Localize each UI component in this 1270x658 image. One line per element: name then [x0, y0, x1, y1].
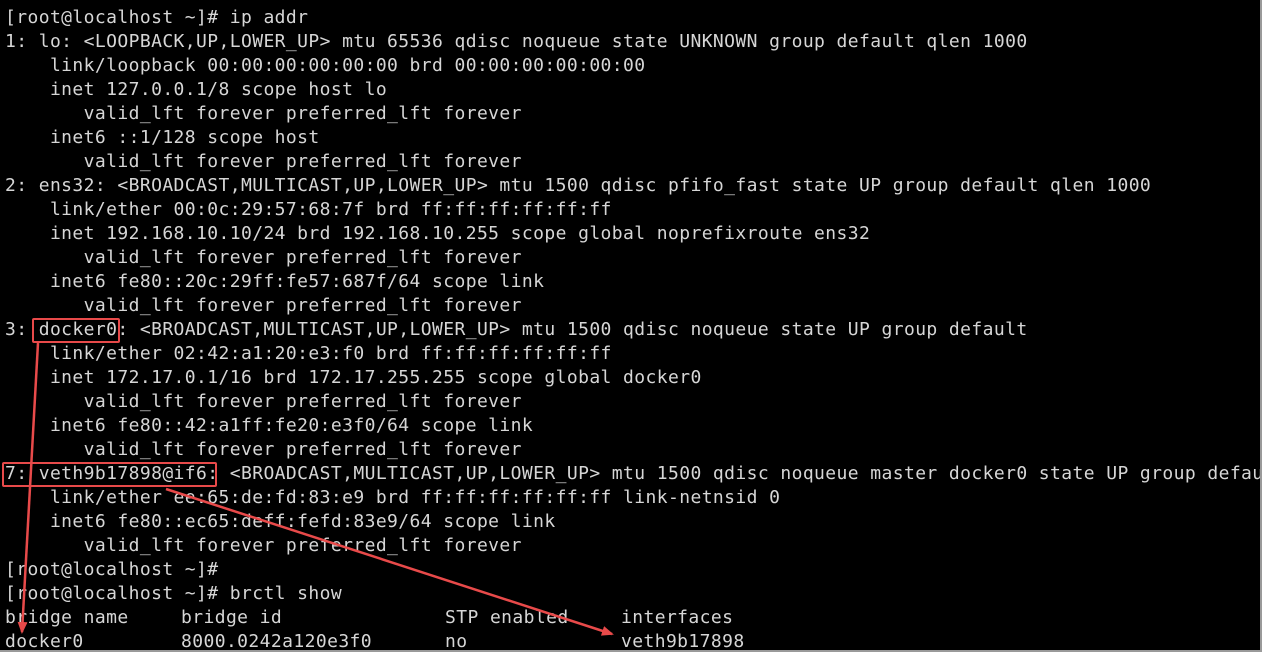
- prompt-line: [root@localhost ~]# brctl show: [5, 583, 343, 604]
- output-line: valid_lft forever preferred_lft forever: [5, 151, 522, 172]
- output-line: valid_lft forever preferred_lft forever: [5, 535, 522, 556]
- bridge-header-name: bridge name: [5, 607, 129, 628]
- output-line: 3: docker0: <BROADCAST,MULTICAST,UP,LOWE…: [5, 319, 1028, 340]
- bridge-table-row: docker0 8000.0242a120e3f0 no veth9b17898: [0, 630, 1260, 652]
- output-line: inet6 fe80::ec65:deff:fefd:83e9/64 scope…: [5, 511, 556, 532]
- terminal-window[interactable]: [root@localhost ~]# ip addr 1: lo: <LOOP…: [0, 0, 1262, 652]
- bridge-table-header: bridge name bridge id STP enabled interf…: [0, 606, 1260, 630]
- output-line: valid_lft forever preferred_lft forever: [5, 439, 522, 460]
- highlight-box-docker0: [32, 318, 120, 343]
- bridge-cell-id: 8000.0242a120e3f0: [181, 631, 373, 652]
- output-line: valid_lft forever preferred_lft forever: [5, 391, 522, 412]
- output-line: link/ether 00:0c:29:57:68:7f brd ff:ff:f…: [5, 199, 612, 220]
- output-line: valid_lft forever preferred_lft forever: [5, 247, 522, 268]
- output-line: link/loopback 00:00:00:00:00:00 brd 00:0…: [5, 55, 646, 76]
- prompt-line: [root@localhost ~]# ip addr: [5, 7, 309, 28]
- terminal-output: [root@localhost ~]# ip addr 1: lo: <LOOP…: [0, 6, 1260, 652]
- bridge-cell-stp: no: [445, 631, 468, 652]
- highlight-box-veth: [2, 462, 217, 487]
- output-line: link/ether ee:65:de:fd:83:e9 brd ff:ff:f…: [5, 487, 781, 508]
- output-line: link/ether 02:42:a1:20:e3:f0 brd ff:ff:f…: [5, 343, 612, 364]
- output-line: 1: lo: <LOOPBACK,UP,LOWER_UP> mtu 65536 …: [5, 31, 1028, 52]
- output-line: inet6 fe80::20c:29ff:fe57:687f/64 scope …: [5, 271, 545, 292]
- bridge-header-id: bridge id: [181, 607, 283, 628]
- bridge-cell-interfaces: veth9b17898: [621, 631, 745, 652]
- output-line: valid_lft forever preferred_lft forever: [5, 295, 522, 316]
- output-line: inet6 ::1/128 scope host: [5, 127, 320, 148]
- prompt-line: [root@localhost ~]#: [5, 559, 219, 580]
- output-line: valid_lft forever preferred_lft forever: [5, 103, 522, 124]
- bridge-header-interfaces: interfaces: [621, 607, 734, 628]
- output-line: inet 172.17.0.1/16 brd 172.17.255.255 sc…: [5, 367, 702, 388]
- output-line: 2: ens32: <BROADCAST,MULTICAST,UP,LOWER_…: [5, 175, 1152, 196]
- output-line: inet 192.168.10.10/24 brd 192.168.10.255…: [5, 223, 871, 244]
- output-line: inet 127.0.0.1/8 scope host lo: [5, 79, 388, 100]
- bridge-header-stp: STP enabled: [445, 607, 569, 628]
- output-line: inet6 fe80::42:a1ff:fe20:e3f0/64 scope l…: [5, 415, 534, 436]
- bridge-cell-name: docker0: [5, 631, 84, 652]
